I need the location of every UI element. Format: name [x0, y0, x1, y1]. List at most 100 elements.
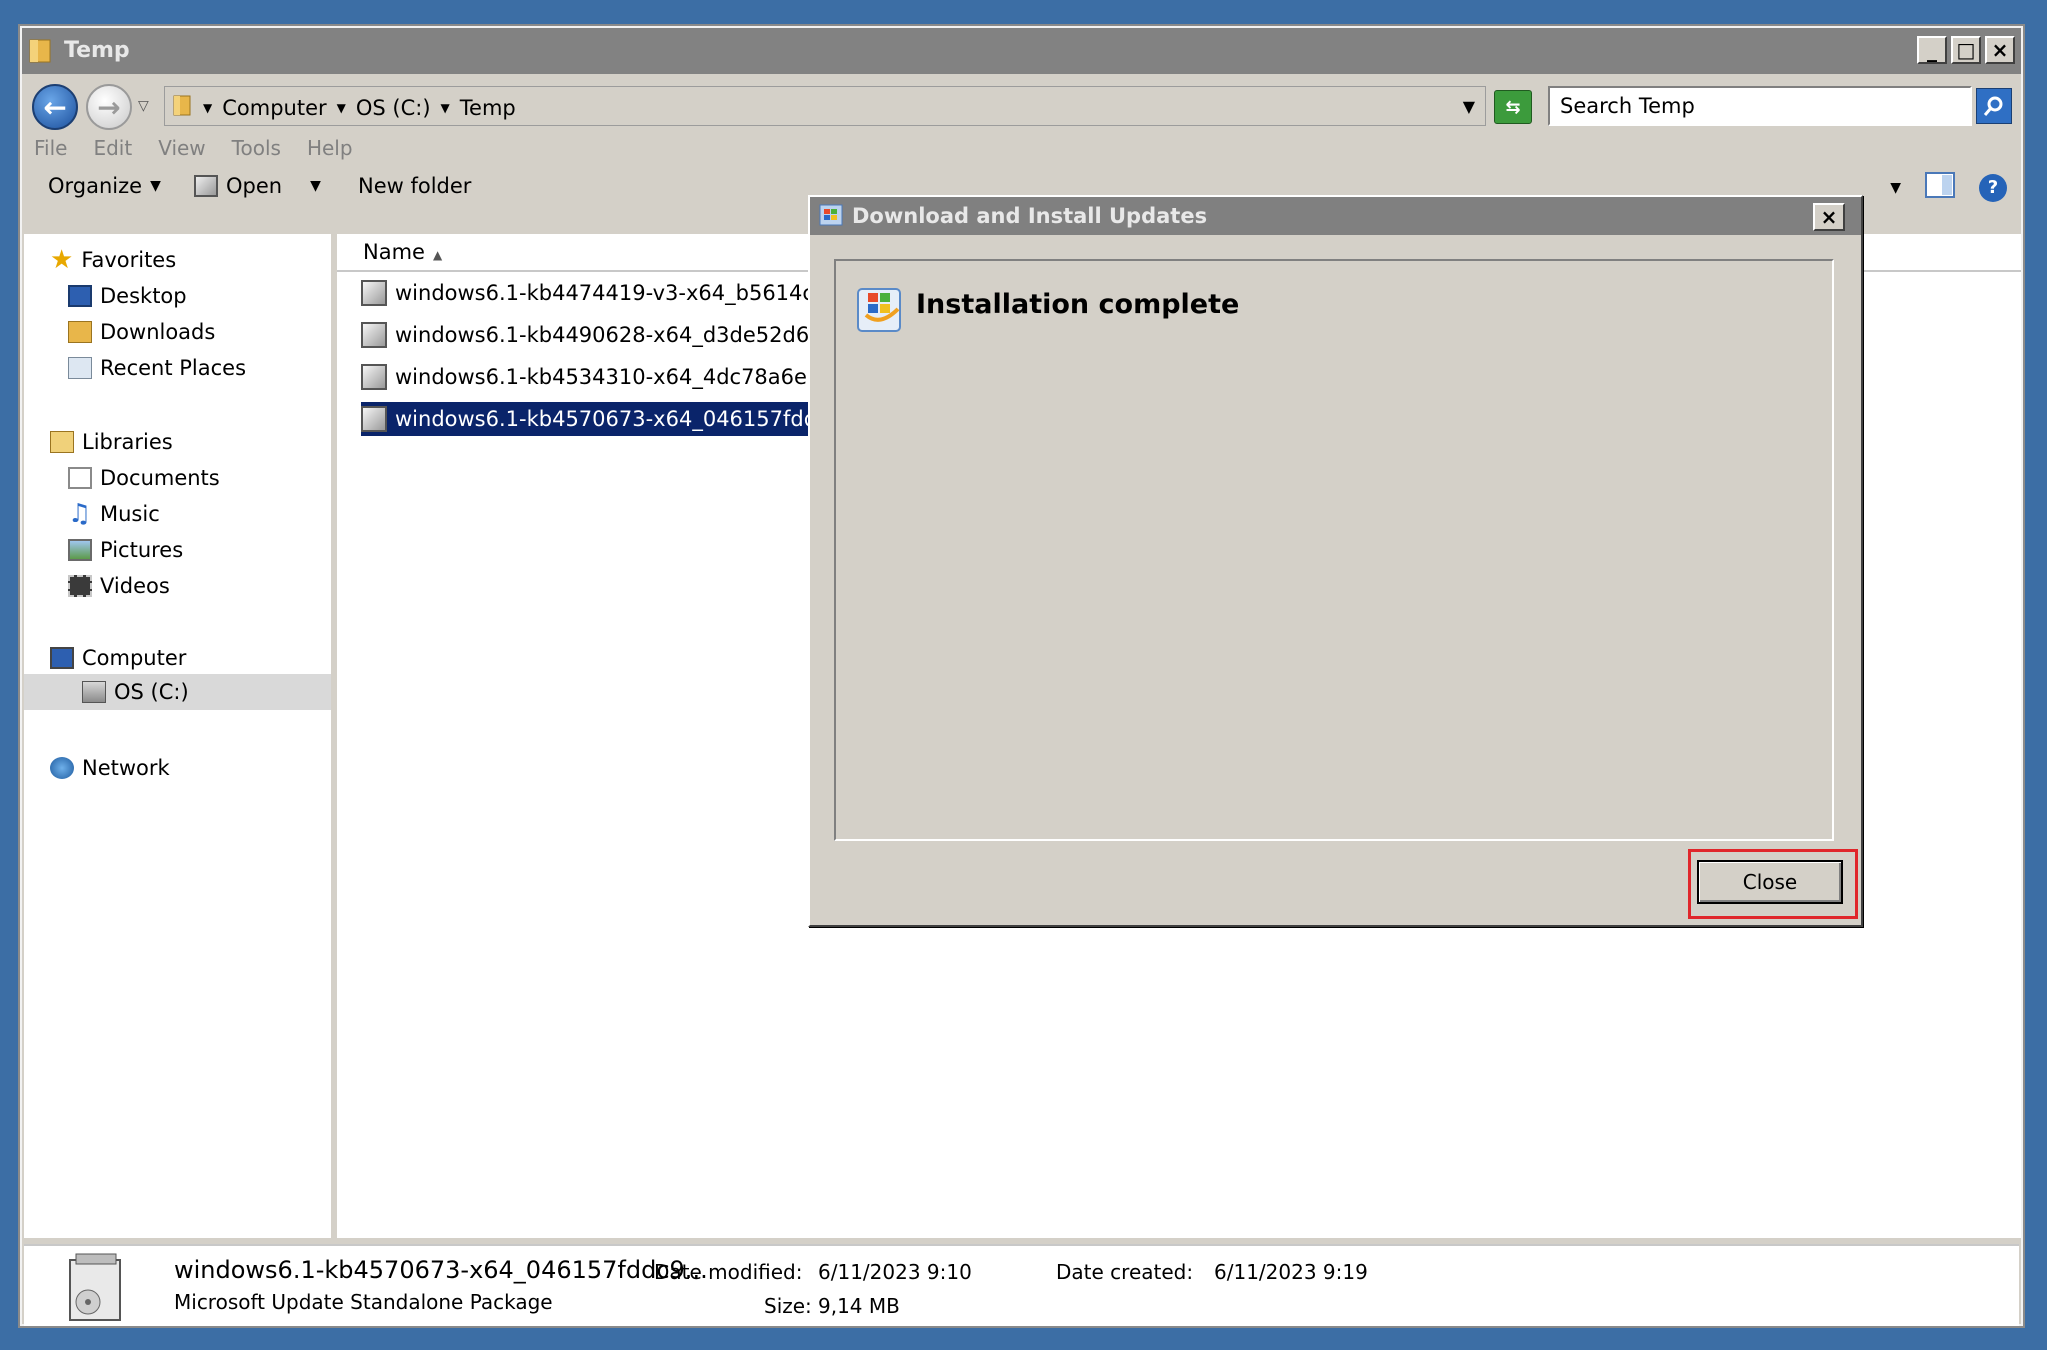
organize-dropdown-icon: ▼	[150, 178, 161, 194]
nav-network[interactable]: Network	[50, 756, 170, 780]
nav-libraries[interactable]: Libraries	[50, 430, 173, 454]
drive-icon	[82, 681, 106, 703]
nav-computer-label: Computer	[82, 646, 187, 670]
recent-places-icon	[68, 357, 92, 379]
new-folder-label: New folder	[358, 174, 472, 198]
menu-file[interactable]: File	[34, 136, 67, 160]
menu-tools[interactable]: Tools	[232, 136, 281, 160]
nav-os-c[interactable]: OS (C:)	[24, 674, 331, 710]
refresh-button[interactable]: ⇆	[1494, 90, 1532, 124]
nav-videos[interactable]: Videos	[68, 574, 170, 598]
dialog-close-x-button[interactable]: ×	[1813, 203, 1845, 231]
install-updates-dialog: Download and Install Updates × Installat…	[808, 195, 1863, 927]
update-package-icon	[361, 406, 387, 432]
open-dropdown-icon[interactable]: ▼	[310, 178, 321, 194]
nav-recent-places[interactable]: Recent Places	[68, 356, 246, 380]
forward-button[interactable]: →	[86, 84, 132, 130]
network-icon	[50, 757, 74, 779]
breadcrumb-separator-icon[interactable]: ▼	[337, 101, 346, 115]
address-row: ← → ▽ ▼ Computer ▼ OS (C:) ▼ Temp ▼ ⇆	[22, 78, 2021, 134]
details-filetype: Microsoft Update Standalone Package	[174, 1290, 553, 1314]
address-dropdown-icon[interactable]: ▼	[1463, 97, 1475, 116]
date-created-value: 6/11/2023 9:19	[1214, 1260, 1368, 1284]
breadcrumb-separator-icon[interactable]: ▼	[441, 101, 450, 115]
date-modified-value: 6/11/2023 9:10	[818, 1260, 972, 1284]
breadcrumb-temp[interactable]: Temp	[460, 96, 516, 120]
menu-view[interactable]: View	[158, 136, 205, 160]
computer-icon	[50, 647, 74, 669]
nav-downloads[interactable]: Downloads	[68, 320, 215, 344]
search-input[interactable]	[1550, 88, 1942, 124]
size-label: Size:	[764, 1294, 812, 1318]
close-button[interactable]: Close	[1697, 860, 1843, 904]
open-button[interactable]: Open ▼	[194, 174, 321, 198]
star-icon: ★	[50, 245, 74, 275]
size-value: 9,14 MB	[818, 1294, 900, 1318]
address-folder-icon	[173, 93, 193, 122]
file-name: windows6.1-kb4570673-x64_046157fddc	[395, 407, 829, 431]
nav-documents[interactable]: Documents	[68, 466, 220, 490]
search-icon	[1983, 96, 2003, 116]
folder-icon	[28, 36, 54, 69]
nav-recent-label: Recent Places	[100, 356, 247, 380]
menu-help[interactable]: Help	[307, 136, 353, 160]
new-folder-button[interactable]: New folder	[358, 174, 471, 198]
nav-favorites-label: Favorites	[81, 248, 177, 272]
close-button-highlight: Close	[1688, 849, 1858, 919]
nav-pictures-label: Pictures	[100, 538, 184, 562]
organize-label: Organize	[48, 174, 143, 198]
close-window-button[interactable]: ×	[1985, 36, 2015, 64]
window-titlebar[interactable]: Temp _ □ ×	[22, 28, 2021, 74]
pictures-icon	[68, 539, 92, 561]
file-item[interactable]: windows6.1-kb4474419-v3-x64_b5614c6	[361, 276, 831, 310]
dialog-titlebar[interactable]: Download and Install Updates ×	[810, 197, 1861, 235]
menu-edit[interactable]: Edit	[93, 136, 132, 160]
music-icon: ♫	[68, 499, 92, 529]
file-name: windows6.1-kb4474419-v3-x64_b5614c6	[395, 281, 828, 305]
column-header-name[interactable]: Name ▲	[363, 240, 442, 264]
nav-libraries-label: Libraries	[82, 430, 173, 454]
file-name: windows6.1-kb4534310-x64_4dc78a6eeb	[395, 365, 834, 389]
preview-pane-icon[interactable]	[1925, 172, 1955, 203]
window-title: Temp	[64, 38, 130, 63]
breadcrumb-os-c[interactable]: OS (C:)	[356, 96, 431, 120]
explorer-window: Temp _ □ × ← → ▽ ▼ Computer ▼ OS (C:) ▼	[20, 26, 2023, 1326]
nav-desktop[interactable]: Desktop	[68, 284, 187, 308]
file-item-selected[interactable]: windows6.1-kb4570673-x64_046157fddc	[361, 402, 833, 436]
dialog-title: Download and Install Updates	[852, 204, 1208, 228]
nav-computer[interactable]: Computer	[50, 646, 186, 670]
maximize-button[interactable]: □	[1951, 36, 1981, 64]
update-package-icon	[361, 322, 387, 348]
help-icon[interactable]: ?	[1979, 173, 2007, 202]
view-options-dropdown-icon[interactable]: ▼	[1890, 180, 1901, 196]
file-name: windows6.1-kb4490628-x64_d3de52d698	[395, 323, 836, 347]
update-package-icon	[361, 364, 387, 390]
dialog-heading: Installation complete	[916, 289, 1240, 320]
breadcrumb-computer[interactable]: Computer	[222, 96, 326, 120]
recent-pages-dropdown-icon[interactable]: ▽	[138, 98, 149, 114]
date-modified-label: Date modified:	[654, 1260, 803, 1284]
package-large-icon	[62, 1252, 128, 1329]
nav-network-label: Network	[82, 756, 170, 780]
nav-favorites[interactable]: ★ Favorites	[50, 245, 177, 275]
videos-icon	[68, 575, 92, 597]
back-button[interactable]: ←	[32, 84, 78, 130]
search-box[interactable]	[1548, 86, 1972, 126]
sort-ascending-icon: ▲	[432, 248, 443, 262]
file-item[interactable]: windows6.1-kb4490628-x64_d3de52d698	[361, 318, 840, 352]
search-button[interactable]	[1976, 88, 2012, 124]
column-name-label: Name	[363, 240, 425, 264]
breadcrumb-separator-icon[interactable]: ▼	[203, 101, 212, 115]
nav-music-label: Music	[100, 502, 160, 526]
update-package-icon	[361, 280, 387, 306]
nav-music[interactable]: ♫ Music	[68, 499, 160, 529]
desktop-icon	[68, 285, 92, 307]
file-item[interactable]: windows6.1-kb4534310-x64_4dc78a6eeb	[361, 360, 837, 394]
forward-arrow-icon: →	[97, 90, 121, 124]
nav-downloads-label: Downloads	[100, 320, 216, 344]
nav-pictures[interactable]: Pictures	[68, 538, 183, 562]
minimize-button[interactable]: _	[1917, 36, 1947, 64]
address-bar[interactable]: ▼ Computer ▼ OS (C:) ▼ Temp ▼	[164, 86, 1486, 126]
organize-button[interactable]: Organize ▼	[48, 174, 161, 198]
refresh-icon: ⇆	[1505, 96, 1521, 118]
